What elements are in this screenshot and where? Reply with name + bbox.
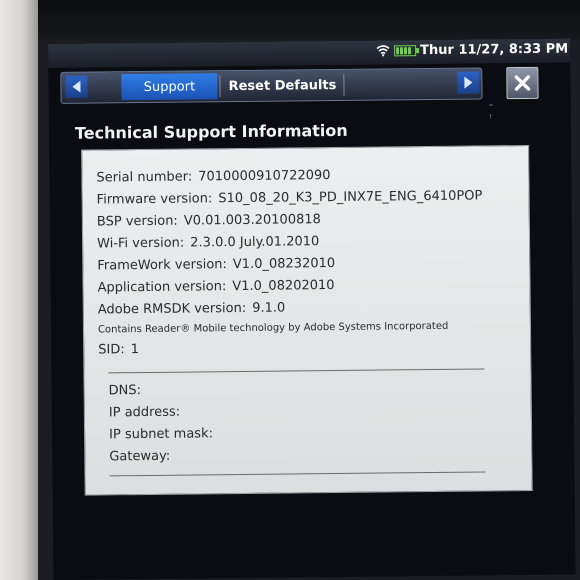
tab-reset-defaults[interactable]: Reset Defaults [223,72,341,99]
info-label: Adobe RMSDK version: [97,300,247,318]
scroll-indicator-icon: ⁼ ᵀ [488,102,494,125]
close-button[interactable] [506,66,539,100]
status-clock: Thur 11/27, 8:33 PM [420,41,569,59]
device-bezel-left [0,0,38,580]
info-label: BSP version: [96,213,178,230]
info-value: 1 [130,342,140,358]
info-label: Wi-Fi version: [97,235,185,252]
info-label: Firmware version: [96,191,213,208]
tab-reset-defaults-label: Reset Defaults [228,77,337,94]
info-value: 9.1.0 [252,300,286,316]
info-label: FrameWork version: [97,257,227,274]
tab-scroll-right-button[interactable] [457,71,480,94]
arrow-left-icon [72,80,81,93]
battery-icon [394,44,417,56]
status-bar: Thur 11/27, 8:33 PM [48,38,571,68]
arrow-right-icon [464,76,473,89]
info-row-firmware-version: Firmware version: S10_08_20_K3_PD_INX7E_… [97,188,517,214]
tab-bar: Support Reset Defaults [60,67,483,104]
info-label: Gateway: [109,448,171,465]
section-divider [109,471,486,477]
tab-scroll-left-button[interactable] [65,75,88,98]
device-bezel-top [38,0,580,40]
section-divider [108,368,485,374]
info-row-gateway: Gateway: [99,445,519,471]
info-label: DNS: [108,383,142,399]
tab-support[interactable]: Support [121,73,218,101]
info-value: S10_08_20_K3_PD_INX7E_ENG_6410POP [218,188,483,207]
info-label: SID: [98,342,125,358]
info-label: Application version: [97,279,227,296]
info-label: Serial number: [96,169,193,186]
info-value: V1.0_08202010 [232,278,335,295]
info-value: V0.01.003.20100818 [183,212,321,229]
tab-divider [219,75,221,98]
info-value: 2.3.0.0 July.01.2010 [190,234,320,251]
device-screen: Thur 11/27, 8:33 PM Support Reset Defaul… [48,38,576,580]
info-list: Serial number: 7010000910722090 Firmware… [96,166,519,486]
info-label: IP subnet mask: [109,426,214,443]
info-value: V1.0_08232010 [232,256,336,273]
support-info-panel: Serial number: 7010000910722090 Firmware… [81,144,533,496]
info-value: 7010000910722090 [198,168,331,185]
info-row-sid: SID: 1 [98,338,518,364]
info-label: IP address: [108,404,181,421]
status-icons [376,44,417,57]
battery-level [396,46,413,54]
wifi-icon [376,45,390,57]
close-icon [514,75,531,91]
tab-divider [343,73,345,96]
tab-support-label: Support [143,78,196,95]
page-title: Technical Support Information [74,120,348,143]
